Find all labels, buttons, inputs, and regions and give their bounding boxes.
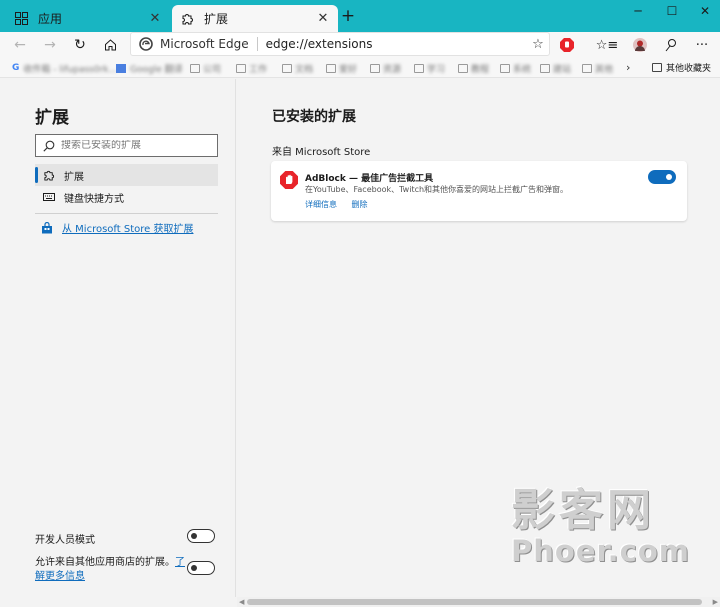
scrollbar-thumb[interactable] xyxy=(247,599,702,605)
sidebar-item-label: 扩展 xyxy=(64,171,84,183)
bookmark-item[interactable]: 文档 xyxy=(282,62,313,75)
folder-icon xyxy=(582,63,592,73)
puzzle-icon xyxy=(43,169,55,181)
extension-actions: 详细信息 删除 xyxy=(305,199,380,210)
bookmark-item[interactable]: 公司 xyxy=(190,62,221,75)
page-content: 扩展 扩展 键盘快捷方式 从 Microsoft Store 获取扩展 开发人员… xyxy=(0,79,720,607)
bookmarks-bar: G 收件箱 - lifupass0rk... Google 翻译 公司 工作 文… xyxy=(0,58,720,78)
scroll-left-icon[interactable]: ◀ xyxy=(239,597,244,607)
url-text[interactable]: edge://extensions xyxy=(266,37,527,51)
chevron-right-icon[interactable]: › xyxy=(626,61,630,74)
developer-mode-toggle[interactable] xyxy=(187,529,215,543)
refresh-button[interactable]: ↻ xyxy=(70,35,90,55)
sidebar-divider xyxy=(35,213,218,214)
google-icon: G xyxy=(12,63,20,73)
adblock-extension-icon[interactable] xyxy=(557,35,577,55)
bookmark-item[interactable]: 学习 xyxy=(414,62,445,75)
bookmark-item[interactable]: 资源 xyxy=(370,62,401,75)
sidebar-item-extensions[interactable]: 扩展 xyxy=(35,164,218,186)
sidebar-title: 扩展 xyxy=(35,108,69,128)
store-bag-icon xyxy=(42,221,52,233)
learn-more-link[interactable]: 解更多信息 xyxy=(35,571,85,582)
folder-icon xyxy=(236,63,246,73)
folder-icon xyxy=(370,63,380,73)
bookmark-item[interactable]: G 收件箱 - lifupass0rk... xyxy=(12,62,117,75)
new-tab-button[interactable]: + xyxy=(340,8,356,25)
folder-icon xyxy=(282,63,292,73)
developer-mode-row: 开发人员模式 xyxy=(35,529,218,546)
folder-icon xyxy=(190,63,200,73)
bookmark-item[interactable]: 工作 xyxy=(236,62,267,75)
remove-link[interactable]: 删除 xyxy=(352,200,368,209)
minimize-button[interactable]: ─ xyxy=(623,0,653,22)
apps-grid-icon xyxy=(14,12,28,26)
favorites-icon[interactable]: ☆≡ xyxy=(596,35,619,55)
toolbar: ← → ↻ Microsoft Edge edge://extensions ☆… xyxy=(0,32,720,58)
folder-icon xyxy=(652,63,662,72)
page-title: 已安装的扩展 xyxy=(272,109,356,125)
close-tab-icon[interactable]: ✕ xyxy=(148,11,162,26)
extension-enable-toggle[interactable] xyxy=(648,170,676,184)
maximize-button[interactable]: ☐ xyxy=(657,0,687,22)
feedback-icon[interactable] xyxy=(661,35,681,55)
allow-other-stores-toggle[interactable] xyxy=(187,561,215,575)
tab-label: 应用 xyxy=(38,12,63,26)
forward-button[interactable]: → xyxy=(40,35,60,55)
tab-extensions[interactable]: 扩展 ✕ xyxy=(172,5,338,32)
back-button[interactable]: ← xyxy=(10,35,30,55)
sidebar: 扩展 扩展 键盘快捷方式 从 Microsoft Store 获取扩展 开发人员… xyxy=(0,79,236,597)
translate-icon xyxy=(116,63,126,73)
sidebar-item-keyboard-shortcuts[interactable]: 键盘快捷方式 xyxy=(35,186,218,208)
adblock-icon xyxy=(280,171,298,189)
sidebar-item-label: 键盘快捷方式 xyxy=(64,193,124,205)
tab-apps[interactable]: 应用 ✕ xyxy=(6,5,170,32)
developer-mode-label: 开发人员模式 xyxy=(35,535,95,546)
keyboard-icon xyxy=(43,191,55,203)
folder-icon xyxy=(540,63,550,73)
allow-other-stores-row: 允许来自其他应用商店的扩展。了 解更多信息 xyxy=(35,556,185,584)
search-box[interactable] xyxy=(35,134,218,157)
profile-avatar-icon[interactable] xyxy=(630,35,650,55)
edge-logo-icon xyxy=(139,37,153,51)
source-label: 来自 Microsoft Store xyxy=(272,147,371,158)
learn-more-link[interactable]: 了 xyxy=(175,557,185,568)
get-extensions-link[interactable]: 从 Microsoft Store 获取扩展 xyxy=(41,220,193,235)
bookmark-item[interactable]: 爱好 xyxy=(326,62,357,75)
site-name: Microsoft Edge xyxy=(160,37,258,51)
scroll-right-icon[interactable]: ▶ xyxy=(713,597,718,607)
home-button[interactable] xyxy=(100,35,120,55)
bookmark-item[interactable]: 教程 xyxy=(458,62,489,75)
extension-description: 在YouTube、Facebook、Twitch和其他你喜爱的网站上拦截广告和弹… xyxy=(305,185,569,194)
horizontal-scrollbar[interactable]: ◀ ▶ xyxy=(237,597,720,607)
folder-icon xyxy=(500,63,510,73)
extension-card: AdBlock — 最佳广告拦截工具 在YouTube、Facebook、Twi… xyxy=(271,161,687,221)
other-favorites[interactable]: 其他收藏夹 xyxy=(652,61,711,74)
folder-icon xyxy=(458,63,468,73)
tab-label: 扩展 xyxy=(204,12,229,26)
bookmark-item[interactable]: Google 翻译 xyxy=(116,62,183,75)
title-bar: 应用 ✕ 扩展 ✕ + ─ ☐ ✕ xyxy=(0,0,720,32)
bookmark-item[interactable]: 建站 xyxy=(540,62,571,75)
search-icon xyxy=(43,140,55,152)
favorite-star-icon[interactable]: ☆ xyxy=(527,37,549,52)
extension-name: AdBlock — 最佳广告拦截工具 xyxy=(305,174,434,184)
address-bar[interactable]: Microsoft Edge edge://extensions ☆ xyxy=(130,32,550,56)
folder-icon xyxy=(326,63,336,73)
more-menu-icon[interactable]: ··· xyxy=(692,35,712,55)
bookmark-item[interactable]: 系统 xyxy=(500,62,531,75)
main-panel: 已安装的扩展 来自 Microsoft Store AdBlock — 最佳广告… xyxy=(237,79,720,597)
puzzle-icon xyxy=(180,12,194,26)
close-tab-icon[interactable]: ✕ xyxy=(316,11,330,26)
folder-icon xyxy=(414,63,424,73)
allow-other-stores-label: 允许来自其他应用商店的扩展。 xyxy=(35,557,175,568)
details-link[interactable]: 详细信息 xyxy=(305,200,337,209)
close-window-button[interactable]: ✕ xyxy=(690,0,720,22)
bookmark-item[interactable]: 其他 xyxy=(582,62,613,75)
search-input[interactable] xyxy=(61,140,211,151)
